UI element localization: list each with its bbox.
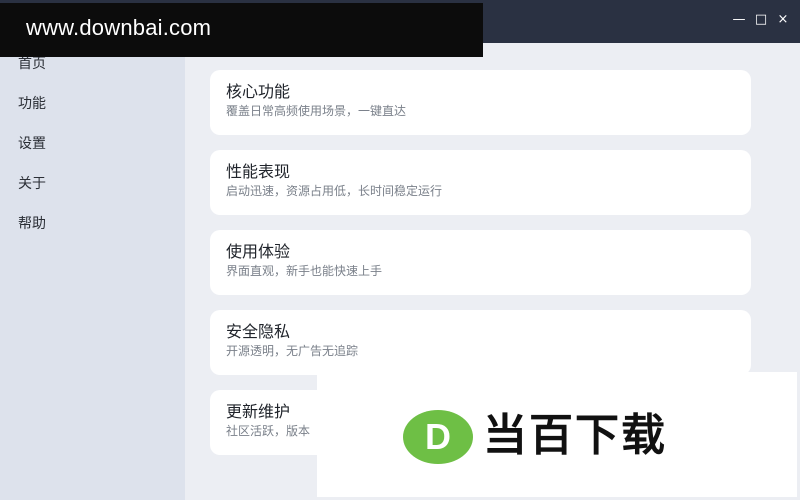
card-description: 社区活跃，版本 xyxy=(226,424,311,438)
card-title: 使用体验 xyxy=(226,242,291,261)
sidebar-item-features[interactable]: 功能 xyxy=(18,93,46,113)
card-description: 覆盖日常高频使用场景，一键直达 xyxy=(226,104,407,118)
minimize-button[interactable]: — xyxy=(732,12,746,28)
watermark-url: www.downbai.com xyxy=(26,15,212,40)
window-controls: — □ × xyxy=(732,12,790,28)
feature-card[interactable]: 核心功能 覆盖日常高频使用场景，一键直达 xyxy=(210,70,751,135)
sidebar-item-about[interactable]: 关于 xyxy=(18,173,46,193)
feature-card[interactable]: 性能表现 启动迅速，资源占用低，长时间稳定运行 xyxy=(210,150,751,215)
maximize-button[interactable]: □ xyxy=(754,12,768,28)
card-description: 启动迅速，资源占用低，长时间稳定运行 xyxy=(226,184,443,198)
logo-badge-icon: D xyxy=(403,410,473,464)
feature-card[interactable]: 安全隐私 开源透明，无广告无追踪 xyxy=(210,310,751,375)
watermark-banner: www.downbai.com xyxy=(0,3,483,57)
card-description: 开源透明，无广告无追踪 xyxy=(226,344,359,358)
sidebar-item-help[interactable]: 帮助 xyxy=(18,213,46,233)
card-title: 安全隐私 xyxy=(226,322,291,341)
logo-text: 当百下载 xyxy=(483,410,667,461)
feature-card[interactable]: 使用体验 界面直观，新手也能快速上手 xyxy=(210,230,751,295)
card-title: 性能表现 xyxy=(226,162,291,181)
card-title: 更新维护 xyxy=(226,402,291,421)
sidebar-item-settings[interactable]: 设置 xyxy=(18,133,46,153)
watermark-logo: D 当百下载 xyxy=(317,372,797,497)
card-title: 核心功能 xyxy=(226,82,291,101)
logo-letter: D xyxy=(425,416,451,457)
sidebar: 首页 功能 设置 关于 帮助 xyxy=(0,43,185,500)
close-button[interactable]: × xyxy=(776,12,790,28)
card-description: 界面直观，新手也能快速上手 xyxy=(226,264,383,278)
